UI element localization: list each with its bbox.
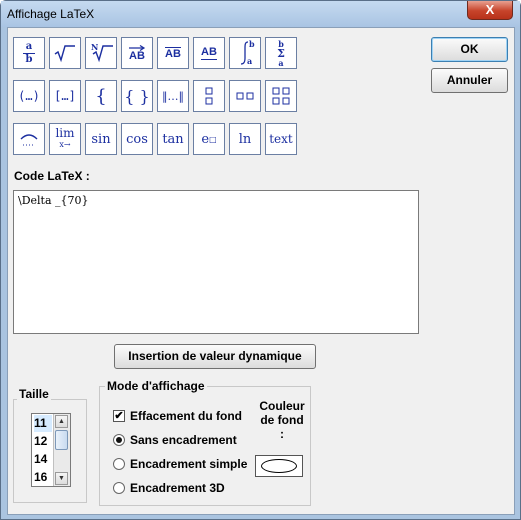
tan-button[interactable]: tan [157,123,189,155]
sum-lower: a [278,57,284,68]
frame-3d-label[interactable]: Encadrement 3D [130,481,225,495]
size-list[interactable]: 11 12 14 16 ▲ ▼ [31,413,71,487]
erase-background-label[interactable]: Effacement du fond [130,409,242,423]
limit-subscript: x→ [59,140,71,149]
window-title: Affichage LaTeX [7,7,95,21]
bg-color-label-line2: de fond : [260,413,304,441]
dialog-window: Affichage LaTeX X a b N AB AB AB b a b Σ… [0,0,521,520]
bg-color-label: Couleur de fond : [257,399,307,441]
frame-3d-radio[interactable] [113,482,125,494]
exp-superscript-icon: □ [209,134,217,144]
sum-button[interactable]: b Σ a [265,37,297,69]
fraction-denominator: b [25,53,33,65]
sin-button[interactable]: sin [85,123,117,155]
latex-code-textarea[interactable]: \Delta _{70} [13,190,419,334]
size-item-16[interactable]: 16 [34,469,52,486]
text-button[interactable]: text [265,123,297,155]
braces-button[interactable]: { } [121,80,153,112]
size-group-title: Taille [17,387,51,401]
close-button[interactable]: X [467,1,513,20]
insert-dynamic-value-button[interactable]: Insertion de valeur dynamique [114,344,316,369]
limit-label: lim [55,126,75,140]
bg-color-swatch-button[interactable] [255,455,303,477]
row-matrix-icon [236,92,254,100]
column-matrix-icon [205,87,213,105]
simple-frame-radio[interactable] [113,458,125,470]
matrix-icon [272,87,290,105]
size-item-11[interactable]: 11 [34,415,52,432]
column-vector-button[interactable] [193,80,225,112]
size-item-12[interactable]: 12 [34,433,52,450]
scroll-up-arrow-icon[interactable]: ▲ [55,415,68,428]
brace-button[interactable]: { [85,80,117,112]
vector-button[interactable]: AB [121,37,153,69]
exp-button[interactable]: e □ [193,123,225,155]
segment-label: AB [165,46,181,60]
fraction-button[interactable]: a b [13,37,45,69]
matrix-button[interactable] [265,80,297,112]
cancel-button[interactable]: Annuler [431,68,508,93]
underline-button[interactable]: AB [193,37,225,69]
integral-upper: b [249,39,255,49]
ln-button[interactable]: ln [229,123,261,155]
title-bar[interactable]: Affichage LaTeX X [1,1,520,27]
exp-label: e [201,131,210,147]
cos-button[interactable]: cos [121,123,153,155]
size-list-scrollbar[interactable]: ▲ ▼ [53,414,70,486]
scroll-down-arrow-icon[interactable]: ▼ [55,472,68,485]
no-frame-radio[interactable] [113,434,125,446]
erase-background-checkbox[interactable]: ✔ [113,410,125,422]
arc-button[interactable] [13,123,45,155]
simple-frame-label[interactable]: Encadrement simple [130,457,247,471]
code-label: Code LaTeX : [14,169,90,183]
scroll-thumb[interactable] [55,430,68,450]
fraction-numerator: a [25,40,33,52]
nth-root-index: N [91,42,99,52]
underline-label: AB [201,45,217,60]
ok-button[interactable]: OK [431,37,508,62]
row-vector-button[interactable] [229,80,261,112]
parentheses-button[interactable]: (…) [13,80,45,112]
limit-button[interactable]: lim x→ [49,123,81,155]
no-frame-label[interactable]: Sans encadrement [130,433,237,447]
segment-button[interactable]: AB [157,37,189,69]
brackets-button[interactable]: […] [49,80,81,112]
mode-group-title: Mode d'affichage [105,379,207,393]
integral-lower: a [247,56,253,66]
sqrt-icon [54,45,75,63]
nth-root-button[interactable]: N [85,37,117,69]
sqrt-button[interactable] [49,37,81,69]
size-item-14[interactable]: 14 [34,451,52,468]
vector-label: AB [129,49,145,62]
arc-icon [20,134,38,146]
sum-icon: Σ [277,46,285,60]
integral-button[interactable]: b a [229,37,261,69]
bg-color-label-line1: Couleur [259,399,305,413]
norm-button[interactable]: ‖…‖ [157,80,189,112]
